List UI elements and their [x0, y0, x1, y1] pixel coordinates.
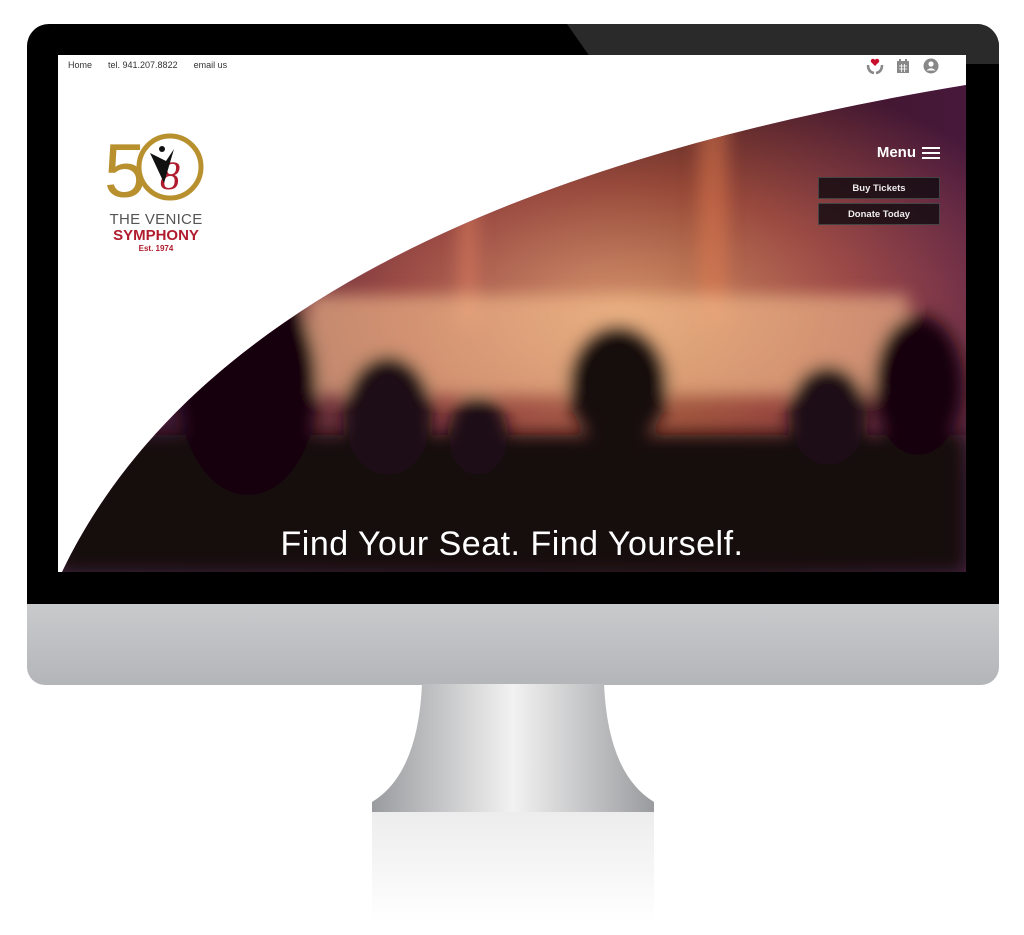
logo-line1: THE VENICE	[109, 211, 203, 228]
account-icon[interactable]	[922, 57, 940, 75]
fifty-anniversary-mark: 5 8	[104, 129, 204, 214]
top-utility-bar: Home tel. 941.207.8822 email us	[68, 60, 227, 70]
hero-tagline: Find Your Seat. Find Yourself.	[280, 525, 744, 563]
monitor-chin	[27, 604, 999, 685]
logo-established: Est. 1974	[138, 244, 174, 253]
donate-today-button[interactable]: Donate Today	[818, 203, 940, 225]
phone-link[interactable]: tel. 941.207.8822	[108, 60, 178, 70]
calendar-icon[interactable]	[894, 57, 912, 75]
website-screen: Home tel. 941.207.8822 email us 5 8 THE …	[58, 55, 966, 572]
logo-line2: SYMPHONY	[113, 227, 199, 244]
menu-button[interactable]: Menu	[877, 144, 940, 161]
home-link[interactable]: Home	[68, 60, 92, 70]
monitor-stand	[372, 684, 654, 812]
menu-label: Menu	[876, 144, 916, 161]
venice-symphony-logo[interactable]: 5 8 THE VENICE SYMPHONY Est. 1974	[104, 129, 208, 253]
email-link[interactable]: email us	[194, 60, 228, 70]
top-icons	[866, 57, 940, 75]
hamburger-icon	[922, 146, 940, 159]
donate-hands-heart-icon[interactable]	[866, 57, 884, 75]
buy-tickets-button[interactable]: Buy Tickets	[818, 177, 940, 199]
stand-reflection	[372, 812, 654, 922]
